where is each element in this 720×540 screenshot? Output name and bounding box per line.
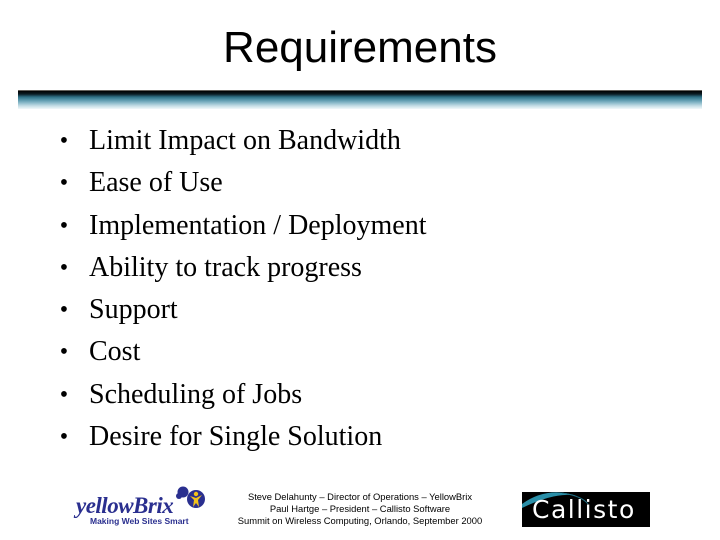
yellowbrix-mark-icon [176, 486, 205, 508]
bullet-text: Implementation / Deployment [89, 209, 427, 241]
slide-title: Requirements [223, 23, 497, 72]
yellowbrix-tagline: Making Web Sites Smart [90, 516, 189, 526]
bullet-icon: • [59, 424, 69, 451]
callisto-wordmark: Callisto [532, 495, 636, 524]
bullet-text: Limit Impact on Bandwidth [89, 125, 401, 156]
slide: Requirements • Limit Impact on Bandwidth… [0, 0, 720, 540]
bullet-icon: • [59, 170, 69, 197]
bullet-text: Desire for Single Solution [89, 421, 383, 453]
bullet-icon: • [59, 212, 69, 239]
bullet-text: Ease of Use [89, 167, 223, 199]
bullet-text: Support [89, 294, 178, 326]
yellowbrix-logo: yellowBrix Making Web Sites Smart [76, 484, 206, 530]
footer-line: Paul Hartge – President – Callisto Softw… [269, 503, 451, 514]
bullet-item: • Ability to track progress [0, 247, 720, 289]
footer-line: Steve Delahunty – Director of Operations… [247, 491, 473, 502]
bullet-icon: • [59, 254, 69, 281]
footer-credits: Steve Delahunty – Director of Operations… [220, 491, 500, 527]
bullet-icon: • [59, 128, 69, 154]
title-divider [18, 90, 702, 109]
callisto-logo: Callisto [522, 492, 650, 527]
bullet-item: • Support [0, 289, 720, 331]
bullet-item: • Cost [0, 331, 720, 373]
bullet-item: • Limit Impact on Bandwidth [0, 120, 720, 162]
bullet-icon: • [59, 297, 69, 324]
bullet-text: Ability to track progress [89, 251, 362, 283]
bullet-text: Scheduling of Jobs [89, 378, 303, 410]
bullet-text: Cost [89, 336, 141, 368]
bullet-icon: • [59, 381, 69, 408]
bullet-list: • Limit Impact on Bandwidth • Ease of Us… [0, 120, 720, 458]
bullet-item: • Implementation / Deployment [0, 205, 720, 247]
bullet-item: • Ease of Use [0, 162, 720, 204]
bullet-item: • Scheduling of Jobs [0, 374, 720, 416]
bullet-icon: • [59, 339, 69, 366]
footer-line: Summit on Wireless Computing, Orlando, S… [237, 515, 483, 526]
bullet-item: • Desire for Single Solution [0, 416, 720, 458]
